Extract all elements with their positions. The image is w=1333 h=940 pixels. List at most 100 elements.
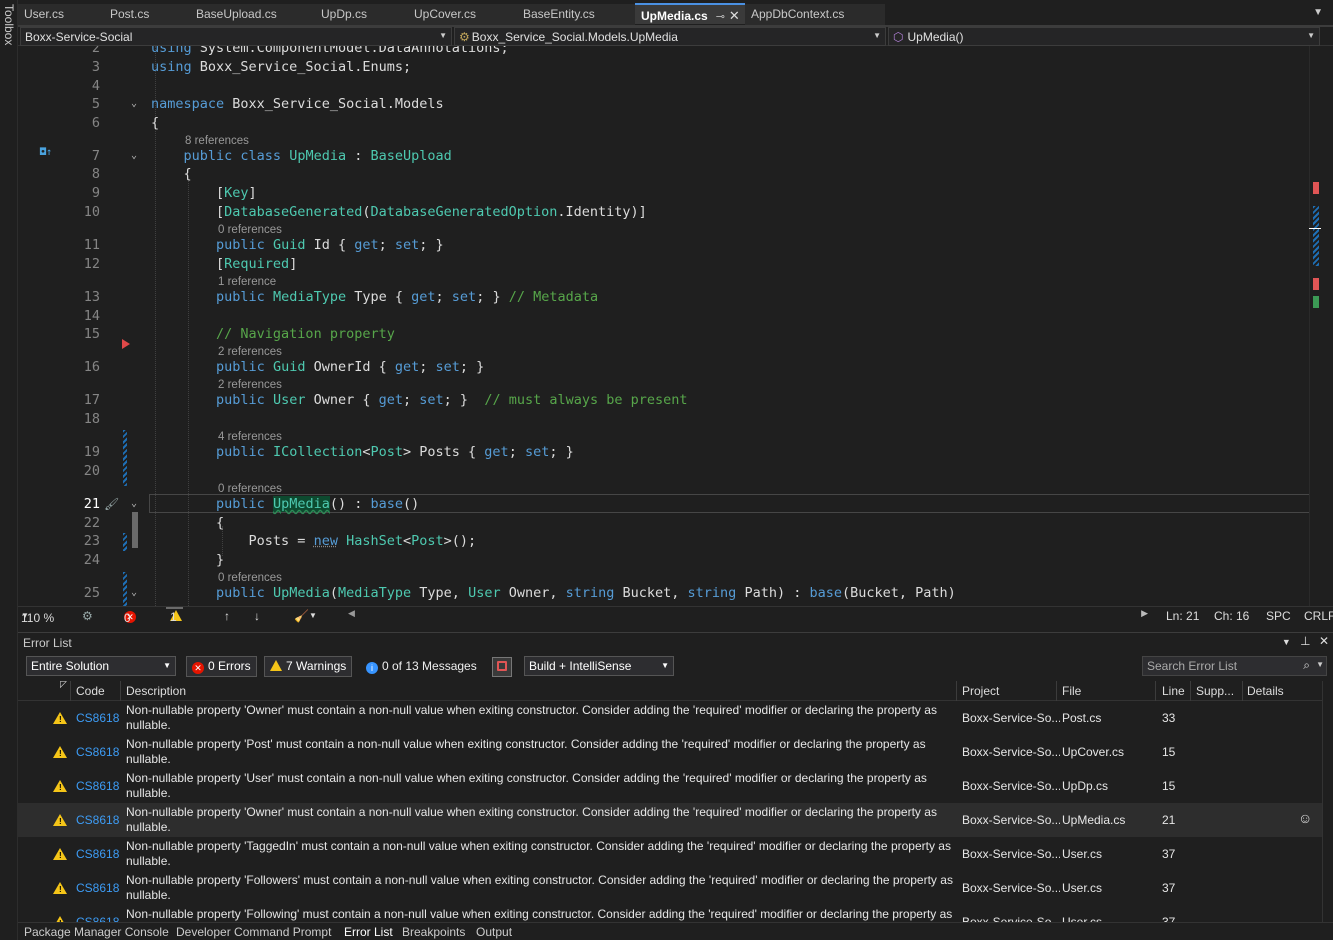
next-issue-icon[interactable]: ↓: [254, 609, 260, 623]
editor-vertical-scrollbar[interactable]: [1309, 46, 1321, 606]
whitespace-indicator[interactable]: SPC: [1266, 609, 1291, 623]
collapse-chevron-icon[interactable]: ⌄: [131, 95, 137, 113]
messages-filter-button[interactable]: i 0 of 13 Messages: [366, 659, 477, 674]
error-code-link[interactable]: CS8618: [76, 745, 119, 759]
warning-icon: !: [53, 746, 67, 758]
column-header-description[interactable]: Description: [126, 684, 186, 698]
messages-filter-label: 0 of 13 Messages: [382, 659, 477, 673]
table-row[interactable]: ! CS8618 Non-nullable property 'Followin…: [18, 905, 1322, 923]
column-header-line[interactable]: Line: [1162, 684, 1185, 698]
warnings-filter-button[interactable]: 7 Warnings: [264, 656, 353, 677]
error-code-link[interactable]: CS8618: [76, 881, 119, 895]
tab-error-list[interactable]: Error List: [344, 925, 393, 939]
close-icon[interactable]: ✕: [729, 8, 740, 23]
code-text: public Guid OwnerId { get; set; }: [216, 359, 485, 375]
table-row[interactable]: ! CS8618 Non-nullable property 'TaggedIn…: [18, 837, 1322, 871]
tab-upcover-cs[interactable]: UpCover.cs: [408, 4, 517, 25]
member-dropdown[interactable]: ⬡ UpMedia() ▼: [888, 27, 1320, 46]
tab-developer-command-prompt[interactable]: Developer Command Prompt: [176, 925, 331, 939]
codelens-references[interactable]: 0 references: [218, 482, 282, 496]
tab-post-cs[interactable]: Post.cs: [104, 4, 190, 25]
error-code-link[interactable]: CS8618: [76, 847, 119, 861]
tab-breakpoints[interactable]: Breakpoints: [402, 925, 465, 939]
line-number: 20: [83, 463, 100, 479]
close-icon[interactable]: ✕: [1319, 634, 1329, 648]
warning-icon: !: [53, 848, 67, 860]
table-row-selected[interactable]: ! CS8618 Non-nullable property 'Owner' m…: [18, 803, 1322, 837]
codelens-references[interactable]: 2 references: [218, 378, 282, 392]
line-number: 2: [91, 46, 100, 56]
copilot-explain-icon[interactable]: ☺: [1298, 810, 1312, 826]
line-number: 9: [91, 185, 100, 201]
project-dropdown[interactable]: Boxx-Service-Social ▼: [20, 27, 452, 46]
error-list-toolbar: Entire Solution ▼ ✕ 0 Errors 7 Warnings i…: [18, 655, 1333, 679]
sort-icon[interactable]: ◸: [60, 679, 67, 690]
search-error-list-input[interactable]: Search Error List ⌕ ▼: [1142, 656, 1327, 676]
scroll-right-icon[interactable]: ▶: [1141, 608, 1148, 619]
tab-package-manager-console[interactable]: Package Manager Console: [24, 925, 169, 939]
type-dropdown[interactable]: ⚙ Boxx_Service_Social.Models.UpMedia ▼: [454, 27, 886, 46]
tab-baseupload-cs[interactable]: BaseUpload.cs: [190, 4, 315, 25]
pin-icon[interactable]: ⊥: [1300, 634, 1310, 648]
table-row[interactable]: ! CS8618 Non-nullable property 'User' mu…: [18, 769, 1322, 803]
previous-issue-icon[interactable]: ↑: [224, 609, 230, 623]
collapse-chevron-icon[interactable]: ⌄: [131, 147, 137, 165]
tab-updp-cs[interactable]: UpDp.cs: [315, 4, 408, 25]
error-line: 21: [1162, 813, 1176, 827]
breakpoint-arrow-icon[interactable]: [122, 339, 130, 349]
error-line: 33: [1162, 711, 1176, 725]
error-code-link[interactable]: CS8618: [76, 711, 119, 725]
codelens-references[interactable]: 8 references: [185, 134, 249, 148]
column-header-code[interactable]: Code: [76, 684, 105, 698]
table-row[interactable]: ! CS8618 Non-nullable property 'Post' mu…: [18, 735, 1322, 769]
error-description: Non-nullable property 'Followers' must c…: [126, 873, 953, 902]
codelens-references[interactable]: 4 references: [218, 430, 282, 444]
tab-output[interactable]: Output: [476, 925, 512, 939]
build-filter-dropdown[interactable]: Build + IntelliSense ▼: [524, 656, 674, 676]
toolbox-label[interactable]: Toolbox: [2, 4, 16, 45]
errors-filter-button[interactable]: ✕ 0 Errors: [186, 656, 257, 677]
codelens-references[interactable]: 0 references: [218, 571, 282, 585]
codelens-references[interactable]: 1 reference: [218, 275, 276, 289]
code-editor[interactable]: 2 using System.ComponentModel.DataAnnota…: [18, 46, 1321, 606]
tab-user-cs[interactable]: User.cs: [18, 4, 104, 25]
tab-overflow-icon[interactable]: ▼: [1313, 7, 1323, 18]
line-indicator[interactable]: Ln: 21: [1166, 609, 1199, 623]
column-header-details[interactable]: Details: [1247, 684, 1284, 698]
column-header-file[interactable]: File: [1062, 684, 1081, 698]
editor-horizontal-scrollbar[interactable]: ◀ ▶: [348, 608, 1148, 622]
tab-baseentity-cs[interactable]: BaseEntity.cs: [517, 4, 635, 25]
error-list-scrollbar[interactable]: [1322, 681, 1333, 923]
search-icon[interactable]: ⌕: [1303, 658, 1310, 673]
error-project: Boxx-Service-So...: [962, 847, 1060, 861]
line-ending-indicator[interactable]: CRLF: [1304, 609, 1333, 623]
toolbox-strip[interactable]: Toolbox: [0, 0, 18, 940]
chevron-down-icon: ▼: [21, 611, 29, 620]
window-position-icon[interactable]: ▼: [1282, 637, 1291, 647]
column-header-project[interactable]: Project: [962, 684, 999, 698]
code-cleanup-icon[interactable]: 🧹 ▼: [294, 609, 317, 623]
error-code-link[interactable]: CS8618: [76, 779, 119, 793]
table-row[interactable]: ! CS8618 Non-nullable property 'Follower…: [18, 871, 1322, 905]
scope-dropdown[interactable]: Entire Solution ▼: [26, 656, 176, 676]
codelens-references[interactable]: 2 references: [218, 345, 282, 359]
quick-actions-icon[interactable]: 🖌: [104, 495, 119, 513]
scroll-left-icon[interactable]: ◀: [348, 608, 355, 619]
tab-label: UpMedia.cs: [641, 9, 708, 23]
line-number: 16: [83, 359, 100, 375]
warning-icon: !: [53, 882, 67, 894]
warning-count[interactable]: 1: [166, 607, 183, 624]
filter-toggle-button[interactable]: [492, 657, 512, 677]
collapse-chevron-icon[interactable]: ⌄: [131, 495, 137, 513]
tab-appdbcontext-cs[interactable]: AppDbContext.cs: [745, 4, 885, 25]
column-indicator[interactable]: Ch: 16: [1214, 609, 1249, 623]
column-header-suppression[interactable]: Supp...: [1196, 684, 1234, 698]
error-code-link[interactable]: CS8618: [76, 813, 119, 827]
pin-icon[interactable]: ⊸: [716, 11, 725, 23]
collapse-chevron-icon[interactable]: ⌄: [131, 584, 137, 602]
tab-upmedia-cs[interactable]: UpMedia.cs ⊸ ✕: [635, 3, 745, 24]
table-row[interactable]: ! CS8618 Non-nullable property 'Owner' m…: [18, 701, 1322, 735]
health-icon[interactable]: ⚙: [82, 609, 93, 623]
chevron-down-icon[interactable]: ▼: [1316, 660, 1324, 669]
codelens-references[interactable]: 0 references: [218, 223, 282, 237]
